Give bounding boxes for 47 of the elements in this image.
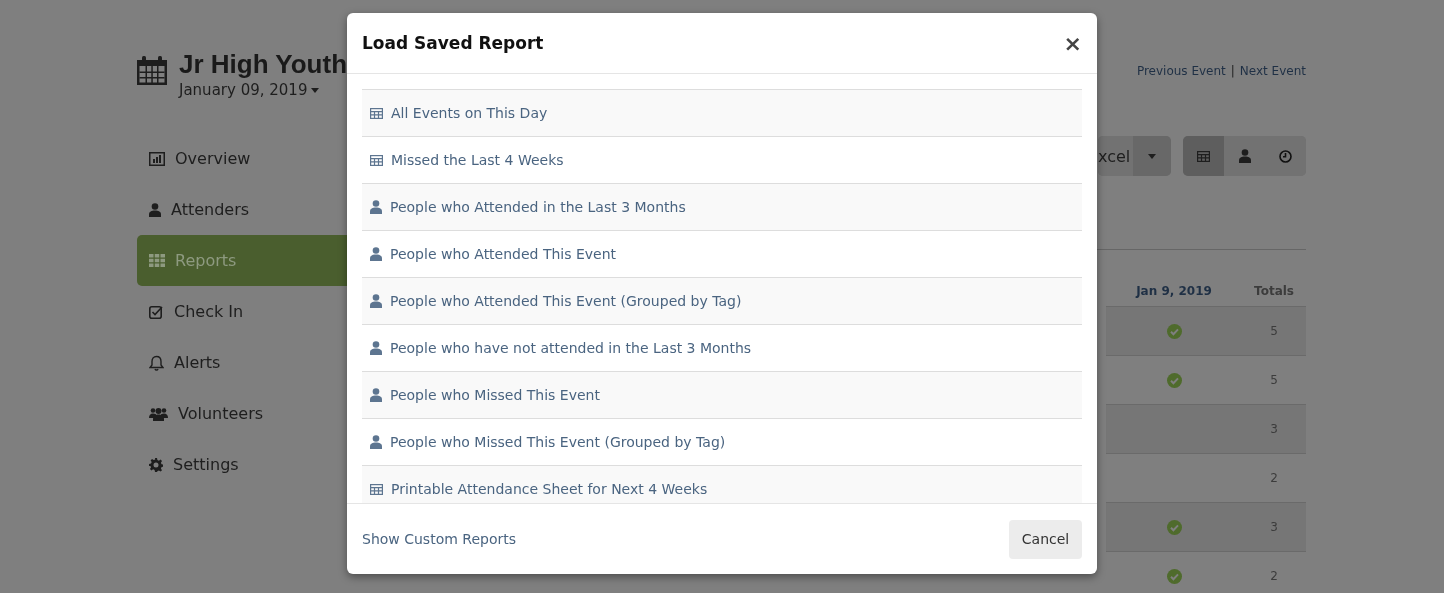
person-icon [370,341,382,355]
sidebar-item[interactable]: Check In [137,286,347,337]
report-item[interactable]: People who Attended in the Last 3 Months [362,183,1082,230]
table-icon [1197,150,1210,162]
sidebar-item[interactable]: Settings [137,439,347,490]
table-icon [370,483,383,495]
custom-reports-link[interactable]: Show Custom Reports [362,531,516,547]
person-icon [370,200,382,214]
event-title: Jr High Youth [179,48,348,80]
table-cell: 5 [1242,306,1306,356]
report-item[interactable]: Printable Attendance Sheet for Next 4 Weeks [362,465,1082,503]
report-item[interactable]: People who Attended This Event (Grouped by Tag) [362,277,1082,324]
close-button[interactable]: × [1063,30,1082,56]
table-cell: 3 [1242,502,1306,552]
person-icon [1238,149,1251,163]
person-icon [370,435,382,449]
person-icon [370,294,382,308]
people-icon [149,406,168,421]
clock-icon [1279,149,1292,163]
dialog-title: Load Saved Report [362,33,544,53]
table-icon [370,154,383,166]
sidebar-item[interactable]: Volunteers [137,388,347,439]
event-link[interactable]: Previous Event [1136,64,1226,78]
gear-icon [149,457,163,472]
separator: | [1230,64,1235,78]
bell-icon [149,354,164,371]
sidebar-item[interactable]: Overview [137,133,347,184]
person-icon [149,202,161,217]
calendar-icon [137,56,167,85]
table-icon [370,107,383,119]
view-button[interactable] [1183,136,1224,176]
sidebar-item[interactable]: Alerts [137,337,347,388]
grid-icon [149,254,165,267]
date-dropdown[interactable]: January 09, 2019 [179,81,320,99]
cancel-button[interactable]: Cancel [1009,519,1082,559]
person-icon [370,247,382,261]
report-item[interactable]: People who Missed This Event [362,371,1082,418]
checkbox-icon [149,304,164,319]
table-cell: 2 [1242,551,1306,593]
event-link[interactable]: Next Event [1239,64,1306,78]
column-header: Totals [1242,280,1306,307]
column-header[interactable]: Jan 9, 2019 [1106,280,1243,307]
table-cell: 3 [1242,404,1306,454]
person-icon [370,388,382,402]
bar-chart-icon [149,151,165,166]
sidebar-item[interactable]: Attenders [137,184,347,235]
report-item[interactable]: All Events on This Day [362,89,1082,136]
